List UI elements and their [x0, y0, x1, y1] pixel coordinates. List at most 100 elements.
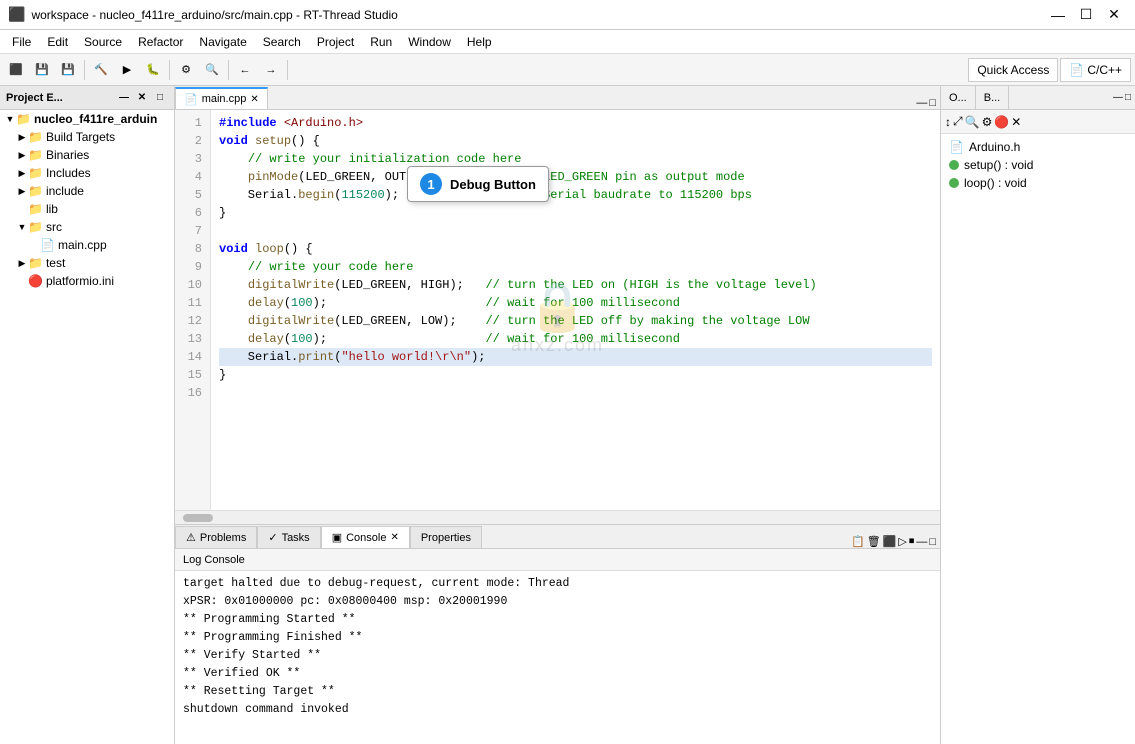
- btab-icon6[interactable]: —: [916, 536, 927, 548]
- tasks-label: Tasks: [282, 532, 310, 544]
- tab-bar-icons: — □: [912, 97, 940, 109]
- outline-item-setup[interactable]: setup() : void: [945, 156, 1131, 174]
- btab-icon7[interactable]: □: [929, 536, 936, 548]
- console-tab-close[interactable]: ✕: [390, 532, 398, 543]
- arrow-includes: ▶: [16, 168, 28, 179]
- icon-src: 📁: [28, 220, 43, 234]
- tree-item-buildtargets[interactable]: ▶ 📁 Build Targets: [0, 128, 174, 146]
- new-button[interactable]: ⬛: [4, 58, 28, 82]
- bottom-tab-icons: 📋 🗑 ⬛ ▷ ⏹ — □: [847, 535, 940, 548]
- rt-icon1[interactable]: ↕: [945, 115, 951, 129]
- cpp-button[interactable]: 📄 C/C++: [1060, 58, 1131, 82]
- menu-search[interactable]: Search: [255, 30, 309, 53]
- right-tab-outline[interactable]: O...: [941, 86, 976, 109]
- icon-binaries: 📁: [28, 148, 43, 162]
- menu-run[interactable]: Run: [362, 30, 400, 53]
- btab-icon3[interactable]: ⬛: [883, 535, 897, 548]
- panel-icon-collapse[interactable]: —: [116, 90, 132, 106]
- right-panel-tabs: O... B... — □: [941, 86, 1135, 110]
- build-button[interactable]: 🔨: [89, 58, 113, 82]
- tree-item-test[interactable]: ▶ 📁 test: [0, 254, 174, 272]
- tb-btn-5[interactable]: 🔍: [200, 58, 224, 82]
- tree-item-platformio[interactable]: 🔴 platformio.ini: [0, 272, 174, 290]
- tree-item-root[interactable]: ▼ 📁 nucleo_f411re_arduin: [0, 110, 174, 128]
- tree-item-src[interactable]: ▼ 📁 src: [0, 218, 174, 236]
- code-editor[interactable]: 12345678910111213141516 #include <Arduin…: [175, 110, 940, 524]
- tab-label: main.cpp: [202, 93, 247, 105]
- right-toolbar: ↕ ⤢ 🔍 ⚙ 🔴 ✕: [941, 110, 1135, 134]
- tree-item-maincpp[interactable]: 📄 main.cpp: [0, 236, 174, 254]
- sep2: [169, 60, 170, 80]
- setup-dot: [949, 160, 959, 170]
- rt-icon2[interactable]: ⤢: [953, 114, 963, 129]
- rt-icon6[interactable]: ✕: [1011, 115, 1021, 129]
- tab-maximize-icon[interactable]: □: [929, 97, 936, 109]
- tab-maincpp[interactable]: 📄 main.cpp ✕: [175, 87, 268, 109]
- panel-icon-close[interactable]: ✕: [134, 90, 150, 106]
- icon-root: 📁: [16, 112, 31, 126]
- app-icon: ⬛: [8, 6, 25, 23]
- tab-problems[interactable]: ⚠ Problems: [175, 526, 257, 548]
- maximize-button[interactable]: ☐: [1073, 4, 1099, 26]
- tree-item-include[interactable]: ▶ 📁 include: [0, 182, 174, 200]
- console-header-label: Log Console: [183, 554, 245, 566]
- debug-button[interactable]: 🐛: [141, 58, 165, 82]
- console-line-2: xPSR: 0x01000000 pc: 0x08000400 msp: 0x2…: [183, 593, 932, 611]
- menu-file[interactable]: File: [4, 30, 39, 53]
- tab-console[interactable]: ▣ Console ✕: [321, 526, 410, 548]
- rp-icon-max[interactable]: □: [1125, 92, 1131, 103]
- tb-btn-6[interactable]: ←: [233, 58, 257, 82]
- menu-help[interactable]: Help: [459, 30, 500, 53]
- editor-tabs: 📄 main.cpp ✕ — □: [175, 86, 940, 110]
- right-panel: O... B... — □ ↕ ⤢ 🔍 ⚙ 🔴 ✕ 📄 Arduino.h: [940, 86, 1135, 744]
- h-scroll-thumb: [183, 514, 213, 522]
- rt-icon4[interactable]: ⚙: [982, 115, 993, 129]
- minimize-button[interactable]: —: [1045, 4, 1071, 26]
- project-explorer-title: Project E...: [6, 92, 63, 104]
- arduino-icon: 📄: [949, 140, 964, 154]
- tree-item-lib[interactable]: 📁 lib: [0, 200, 174, 218]
- console-line-4: ** Programming Finished **: [183, 629, 932, 647]
- tree-label-platformio: platformio.ini: [46, 274, 114, 288]
- btab-icon2[interactable]: 🗑: [867, 535, 881, 548]
- rt-icon3[interactable]: 🔍: [965, 115, 980, 129]
- outline-item-loop[interactable]: loop() : void: [945, 174, 1131, 192]
- tree-label-buildtargets: Build Targets: [46, 130, 115, 144]
- menu-project[interactable]: Project: [309, 30, 362, 53]
- center-and-bottom: 📄 main.cpp ✕ — □ 12345678910111213141516: [175, 86, 940, 744]
- menu-window[interactable]: Window: [400, 30, 459, 53]
- save-button[interactable]: 💾: [30, 58, 54, 82]
- tab-properties[interactable]: Properties: [410, 526, 482, 548]
- menu-navigate[interactable]: Navigate: [191, 30, 254, 53]
- tb-btn-4[interactable]: ⚙: [174, 58, 198, 82]
- close-button[interactable]: ✕: [1101, 4, 1127, 26]
- horizontal-scrollbar[interactable]: [175, 510, 940, 524]
- btab-icon5[interactable]: ⏹: [909, 535, 915, 548]
- right-tab-build[interactable]: B...: [976, 86, 1010, 109]
- menu-edit[interactable]: Edit: [39, 30, 76, 53]
- menu-refactor[interactable]: Refactor: [130, 30, 191, 53]
- tree-item-binaries[interactable]: ▶ 📁 Binaries: [0, 146, 174, 164]
- icon-buildtargets: 📁: [28, 130, 43, 144]
- code-content[interactable]: #include <Arduino.h>void setup() { // wr…: [211, 110, 940, 510]
- menu-source[interactable]: Source: [76, 30, 130, 53]
- tab-minimize-icon[interactable]: —: [916, 97, 927, 109]
- save-all-button[interactable]: 💾: [56, 58, 80, 82]
- rp-icon-min[interactable]: —: [1113, 92, 1123, 103]
- run-button[interactable]: ▶: [115, 58, 139, 82]
- tree-item-includes[interactable]: ▶ 📁 Includes: [0, 164, 174, 182]
- tab-close-icon[interactable]: ✕: [250, 94, 258, 105]
- tab-tasks[interactable]: ✓ Tasks: [257, 526, 320, 548]
- outline-item-arduino[interactable]: 📄 Arduino.h: [945, 138, 1131, 156]
- quick-access-button[interactable]: Quick Access: [968, 58, 1058, 82]
- problems-icon: ⚠: [186, 531, 196, 544]
- btab-icon4[interactable]: ▷: [898, 535, 906, 548]
- tb-btn-7[interactable]: →: [259, 58, 283, 82]
- tasks-icon: ✓: [268, 531, 277, 544]
- line-numbers: 12345678910111213141516: [175, 110, 211, 510]
- outline-content: 📄 Arduino.h setup() : void loop() : void: [941, 134, 1135, 744]
- btab-icon1[interactable]: 📋: [851, 535, 865, 548]
- panel-icon-max[interactable]: □: [152, 90, 168, 106]
- rt-icon5[interactable]: 🔴: [994, 115, 1009, 129]
- tree-label-lib: lib: [46, 202, 58, 216]
